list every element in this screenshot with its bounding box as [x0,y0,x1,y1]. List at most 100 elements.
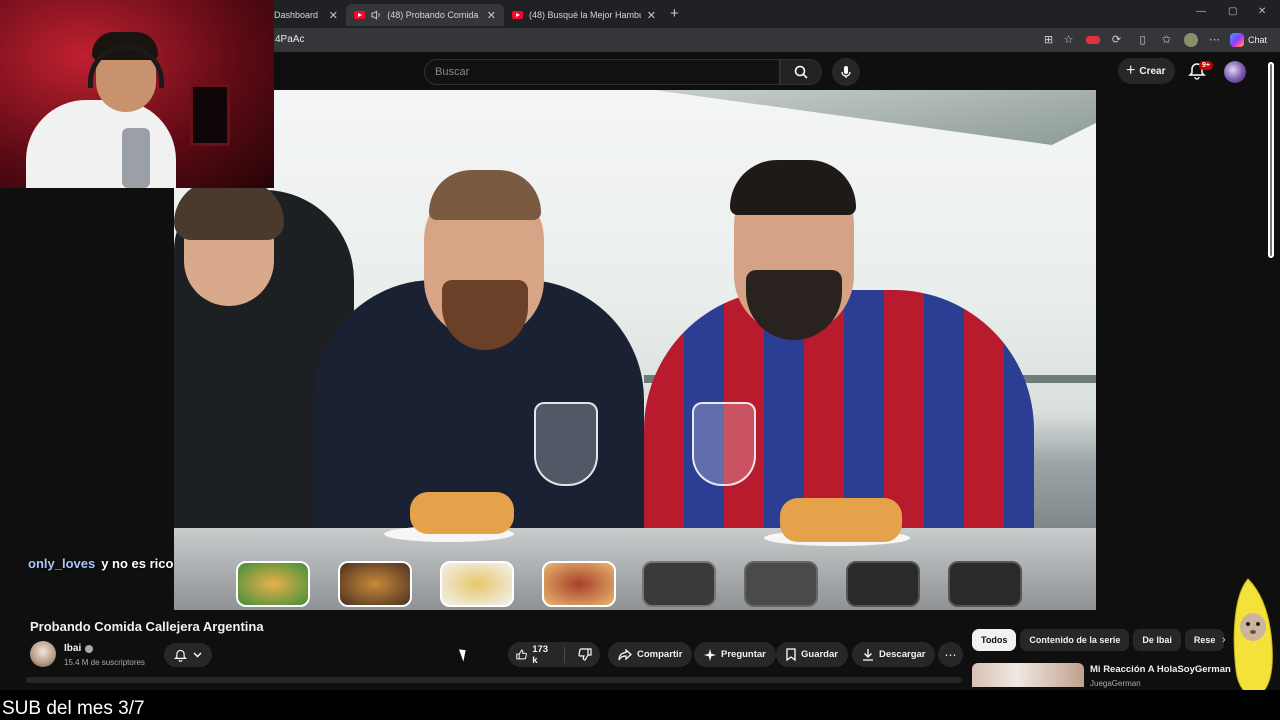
window-close-icon[interactable]: ✕ [1258,6,1266,17]
chat-text: y no es rico [101,556,174,571]
sub-goal-text: SUB del mes 3/7 [2,698,145,719]
webcam-bottle [122,128,150,188]
sparkle-icon [704,648,716,661]
share-arrow-icon [618,648,632,660]
video-player[interactable] [174,90,1096,610]
favorites-icon[interactable]: ✩ [1160,34,1173,46]
search-button[interactable] [780,59,822,85]
chip-todos[interactable]: Todos [972,629,1017,651]
profile-icon[interactable] [1184,33,1198,47]
bell-icon [174,649,187,662]
chip-de-ibai[interactable]: De Ibai [1133,629,1181,651]
microphone-icon [841,66,851,78]
create-button[interactable]: + Crear [1118,58,1176,84]
video-preview-thumbnail[interactable] [236,561,310,607]
more-icon[interactable]: ⋯ [1208,34,1221,46]
save-button[interactable]: Guardar [776,642,848,667]
voice-search-button[interactable] [832,58,860,86]
share-button[interactable]: Compartir [608,642,693,667]
recommended-video-title[interactable]: Mi Reacción A HolaSoyGerman [1090,664,1231,675]
split-screen-icon[interactable]: ▯ [1136,34,1149,46]
thumbs-down-icon [578,648,592,661]
video-preview-thumbnail[interactable] [948,561,1022,607]
tab-busque-hamburguesa[interactable]: (48) Busqué la Mejor Hamburgue ✕ [504,4,664,26]
chat-username: only_loves [28,556,96,571]
video-preview-thumbnail[interactable] [642,561,716,607]
page-scrollbar[interactable] [1268,56,1274,258]
channel-avatar[interactable] [30,641,56,667]
description-box-edge [26,677,962,683]
related-filter-chips: Todos Contenido de la serie De Ibai Rese [972,629,1232,651]
maximize-icon[interactable]: ▢ [1228,6,1237,17]
mouse-cursor-icon [458,647,470,662]
bookmark-icon [786,648,796,661]
video-scene-roof [654,90,1096,145]
speaker-icon[interactable] [371,10,381,20]
video-preview-thumbnail[interactable] [846,561,920,607]
video-preview-thumbnail[interactable] [744,561,818,607]
like-button[interactable]: 173 k [508,642,559,667]
video-preview-thumbnail[interactable] [338,561,412,607]
recommended-video-thumbnail[interactable] [972,663,1084,687]
tab-probando-comida[interactable]: (48) Probando Comida Calleje ✕ [346,4,504,26]
save-label: Guardar [801,649,838,660]
chip-contenido-serie[interactable]: Contenido de la serie [1020,629,1130,651]
minimize-icon[interactable]: — [1196,6,1206,17]
video-sandwich [410,492,514,534]
video-wine-glass [534,402,598,486]
tab-close-icon[interactable]: ✕ [329,9,338,22]
ask-button[interactable]: Preguntar [694,642,776,667]
url-text[interactable]: 4PaAc [275,34,304,45]
chat-label: Chat [1248,35,1268,45]
stream-footer-bar [0,690,1280,720]
download-label: Descargar [879,649,926,660]
verified-badge-icon [85,644,94,653]
new-tab-button[interactable]: + [670,5,679,22]
tab-close-icon[interactable]: ✕ [487,9,496,22]
video-wine-glass [692,402,756,486]
plus-icon: + [1126,62,1136,79]
video-person-right-hair [730,160,856,215]
tab-dashboard[interactable]: Dashboard ✕ [266,4,346,26]
more-actions-icon[interactable]: ⋯ [938,642,963,667]
tab-label: (48) Busqué la Mejor Hamburgue [529,10,641,20]
create-label: Crear [1139,65,1166,77]
chip-resenas[interactable]: Rese [1184,629,1225,651]
channel-name-row[interactable]: Ibai [64,643,94,654]
video-preview-thumbnail[interactable] [542,561,616,607]
favorite-star-icon[interactable]: ☆ [1062,34,1075,46]
reading-view-icon[interactable]: ⊞ [1042,34,1055,46]
ask-label: Preguntar [721,649,766,660]
tab-label: (48) Probando Comida Calleje [387,10,481,20]
thumbs-up-icon [516,649,527,660]
video-sandwich [780,498,902,542]
video-title: Probando Comida Callejera Argentina [30,619,264,634]
channel-name[interactable]: Ibai [64,643,81,654]
extension-icon[interactable] [1086,36,1100,44]
search-box [424,59,799,85]
webcam-room-window [190,84,230,146]
subscribed-notifications-button[interactable] [164,643,212,667]
recommended-video-channel: JuegaGerman [1090,679,1141,688]
video-person-left-hair [174,180,284,240]
video-preview-thumbnail[interactable] [440,561,514,607]
subscriber-count: 15.4 M de suscriptores [64,658,145,667]
download-icon [863,649,873,661]
search-input[interactable] [425,60,799,84]
like-count: 173 k [532,643,549,666]
chat-button[interactable]: Chat [1230,32,1267,48]
webcam-streamer-body [26,100,176,188]
dislike-button[interactable] [570,642,600,667]
youtube-favicon-icon [512,11,523,19]
share-label: Compartir [637,649,683,660]
search-icon [794,65,808,79]
streamer-webcam [0,0,274,188]
scrollbar-thumb[interactable] [1268,62,1274,258]
download-button[interactable]: Descargar [852,642,936,667]
like-dislike-group: 173 k [508,642,600,667]
tab-close-icon[interactable]: ✕ [647,9,656,22]
user-avatar[interactable] [1224,61,1246,83]
copilot-logo-icon [1230,33,1244,47]
chevron-down-icon [193,652,202,658]
copilot-icon[interactable]: ⟳ [1110,34,1123,46]
